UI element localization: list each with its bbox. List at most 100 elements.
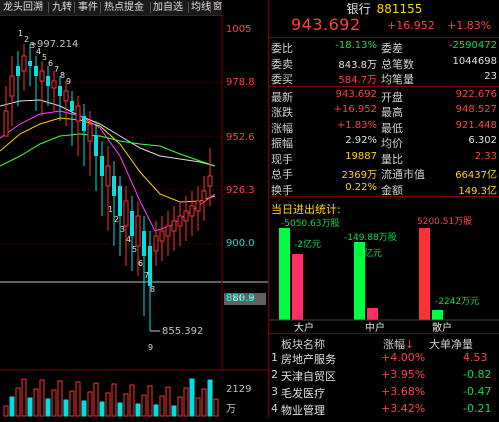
volume-bar — [153, 404, 159, 417]
candle-body — [3, 110, 9, 137]
sector-index: 4 — [271, 402, 278, 415]
quote-label: 开盘 — [381, 90, 403, 104]
toolbar-nine-turn[interactable]: 九转 — [51, 1, 73, 14]
volume-bar — [39, 379, 45, 417]
bar-small-buy — [419, 228, 430, 320]
toolbar-moving-avg[interactable]: 均线 — [190, 1, 212, 14]
fund-flow-label-mid: 中户 — [365, 323, 385, 334]
sector-row[interactable]: 2 天津自贸区 +3.95% -0.82 — [269, 368, 499, 383]
sector-name: 毛发医疗 — [281, 387, 325, 400]
axis-label-926: 926.3 — [226, 185, 255, 196]
volume-bar — [9, 396, 15, 417]
volume-bar — [93, 382, 99, 417]
quote-value: 922.676 — [455, 88, 497, 100]
sector-net-volume: -0.21 — [463, 402, 492, 415]
candle-body — [63, 90, 69, 102]
candle-body — [46, 76, 50, 86]
nine-turn-label: 1 — [108, 205, 113, 214]
candle-body — [100, 156, 104, 176]
col-sector-name[interactable]: 板块名称 — [281, 336, 325, 352]
toolbar-divider — [100, 2, 101, 13]
candle-body — [87, 123, 93, 142]
toolbar-window[interactable]: 窗 — [212, 1, 223, 14]
quote-value: 2.92% — [345, 135, 377, 146]
sector-row[interactable]: 1 房地产服务 +4.00% 4.53 — [269, 351, 499, 366]
volume-bar — [123, 393, 129, 417]
quote-value: -2590472 — [448, 40, 497, 51]
volume-bar — [207, 379, 213, 417]
axis-label-900: 900.0 — [226, 238, 255, 249]
volume-bar — [3, 405, 9, 417]
quote-label: 最新 — [271, 90, 293, 104]
quote-label: 委买 — [271, 73, 293, 86]
candle-body — [165, 225, 171, 237]
nine-turn-label: 3 — [120, 225, 125, 234]
sector-change-pct: +3.95% — [381, 368, 426, 381]
toolbar-divider — [188, 2, 189, 13]
toolbar-dragon-trace[interactable]: 龙头回溯 — [2, 1, 44, 14]
candle-body — [148, 246, 152, 286]
last-price: 943.692 — [291, 15, 361, 34]
volume-bar — [213, 398, 219, 417]
nine-turn-label: 4 — [126, 235, 131, 244]
volume-bar — [141, 394, 147, 417]
nine-turn-label: 8 — [60, 71, 65, 80]
volume-bar — [63, 399, 69, 417]
volume-bar — [201, 388, 207, 417]
price-change: +16.952 — [387, 19, 435, 32]
nine-turn-label: 7 — [144, 271, 149, 280]
volume-bar — [111, 383, 117, 417]
volume-bar — [81, 400, 87, 417]
fund-flow-label-big: 大户 — [294, 323, 314, 334]
quote-value: 2.33 — [474, 150, 497, 162]
candle-body — [39, 70, 45, 82]
candle-body — [207, 175, 213, 187]
candle-body — [153, 235, 159, 252]
candle-body — [183, 210, 189, 222]
quote-label: 总笔数 — [381, 57, 414, 71]
quote-value: 0.22% — [345, 181, 377, 193]
candle-body — [177, 215, 183, 227]
toolbar-hotspot[interactable]: 热点提金 — [103, 1, 145, 14]
quote-value: 149.3亿 — [458, 185, 497, 197]
nine-turn-label: 3 — [30, 41, 35, 50]
axis-label-1005: 1005 — [226, 24, 252, 35]
toolbar-add-watchlist[interactable]: 加自选 — [152, 1, 184, 14]
volume-bar — [33, 388, 39, 417]
volume-bar — [189, 378, 195, 417]
nine-turn-label: 6 — [138, 259, 143, 268]
volume-axis-label: 2129 — [226, 384, 252, 395]
volume-bar — [45, 398, 51, 417]
candle-body — [82, 116, 86, 131]
quote-value: +1.83% — [336, 119, 377, 131]
quote-label: 振幅 — [271, 137, 293, 150]
candle-body — [51, 80, 57, 89]
candle-body — [142, 231, 146, 256]
quote-value: 843.8万 — [338, 59, 377, 71]
toolbar-divider — [150, 2, 151, 13]
volume-bar — [105, 392, 111, 417]
kline-chart[interactable]: 123456789123456789 997.214 855.392 1005 … — [0, 16, 268, 418]
toolbar-events[interactable]: 事件 — [77, 1, 99, 14]
sector-row[interactable]: 4 物业管理 +3.42% -0.21 — [269, 402, 499, 417]
candle-body — [195, 200, 201, 212]
volume-bar — [51, 389, 57, 417]
nine-turn-label: 8 — [150, 285, 155, 294]
sector-change-pct: +4.00% — [381, 351, 426, 364]
sector-row[interactable]: 3 毛发医疗 +3.68% -0.47 — [269, 385, 499, 400]
quote-value: 23 — [484, 71, 497, 82]
volume-bar — [165, 386, 171, 417]
toolbar-divider — [210, 2, 211, 13]
col-big-order-net[interactable]: 大单净量 — [429, 336, 473, 352]
price-header: 943.692 +16.952 +1.83% — [269, 14, 499, 36]
divider — [269, 333, 499, 334]
quote-label: 最低 — [381, 121, 403, 135]
sort-down-icon: ↓ — [405, 338, 415, 351]
quote-label: 现手 — [271, 152, 293, 166]
candle-body — [118, 186, 122, 216]
fund-flow-chart: -5050.63万股 -2亿元 -149.88万股 -2亿元 5200.51万股… — [269, 216, 499, 321]
col-change-pct[interactable]: 涨幅↓ — [383, 336, 414, 352]
quote-label: 涨跌 — [271, 106, 293, 119]
volume-bar — [69, 390, 75, 417]
bar-big-sell — [279, 228, 290, 320]
